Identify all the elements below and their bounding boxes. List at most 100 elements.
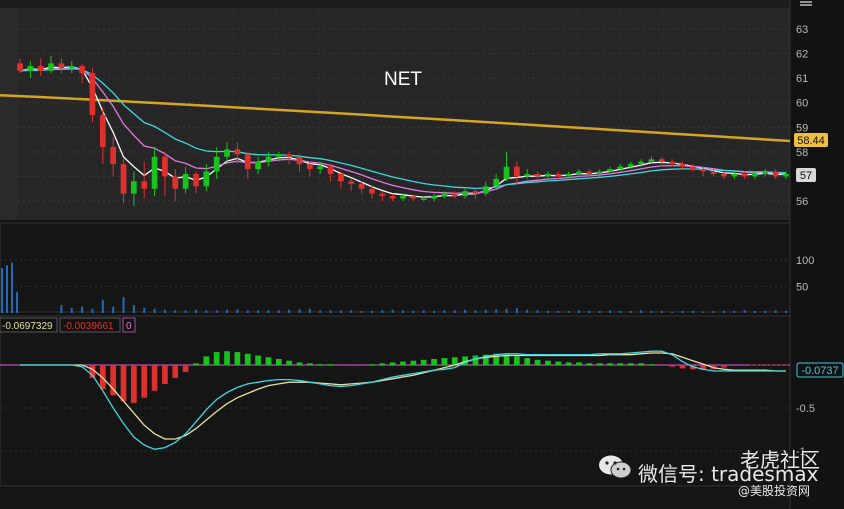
macd-histogram-bar [431,358,437,365]
volume-bar [546,310,549,313]
candle-body [721,173,727,177]
volume-bar [588,310,591,313]
candle-body [369,188,375,194]
volume-bar [308,308,311,313]
candle-body [296,156,303,165]
volume-bar [464,309,467,313]
candle-body [141,181,148,189]
macd-histogram-bar [617,363,624,365]
volume-bar [443,310,446,313]
macd-histogram-bar [131,365,137,403]
volume-bar [691,310,694,313]
volume-bar [132,305,135,313]
volume-bar [60,305,63,313]
volume-bar [1,267,3,313]
volume-bar [722,310,725,313]
candle-body [648,159,655,162]
candle-body [255,161,261,170]
volume-bar [184,310,187,313]
candle-body [162,156,168,177]
candle-body [234,149,241,155]
volume-bar [515,308,518,313]
volume-bar [743,310,746,313]
volume-bar [246,310,249,313]
macd-histogram-bar [193,363,199,365]
candle-body [710,171,717,174]
volume-bar [194,309,197,313]
volume-bar [205,310,208,313]
candle-body [379,193,386,197]
volume-bar [360,310,363,313]
candle-body [741,173,748,177]
candle-body [534,173,541,177]
chart-canvas[interactable]: 636261605958575610050-0.5-1 NET 58.44 57… [0,0,844,509]
macd-histogram-bar [379,363,386,365]
macd-histogram-bar [514,356,520,365]
macd-histogram-bar [576,362,582,365]
candle-body [89,73,96,115]
volume-bar [174,310,177,313]
candle-body [689,166,696,170]
macd-histogram-bar [679,365,686,369]
candle-body [131,181,137,194]
price-tick-label: 63 [796,24,808,36]
volume-bar [702,311,705,313]
volume-panel-bg[interactable] [0,222,791,313]
macd-histogram-bar [441,358,448,365]
macd-histogram-bar [545,360,551,365]
macd-value: -0.0697329 [2,321,53,332]
candle-body [451,193,458,197]
candle-body [27,65,34,71]
candle-body [265,156,272,162]
menu-icon[interactable] [800,1,812,6]
volume-bar [660,310,663,313]
volume-bar [6,265,8,313]
macd-histogram-bar [141,365,148,398]
volume-bar [81,306,84,313]
candle-body [37,65,44,71]
volume-bar [143,307,146,313]
volume-bar [381,310,384,313]
macd-histogram-bar [244,353,251,365]
macd-histogram-bar [400,361,406,365]
macd-histogram-bar [348,365,355,366]
candle-body [700,169,707,172]
price-tick-label: 58 [796,147,808,159]
volume-bar [288,309,291,313]
candle-body [99,115,106,147]
volume-bar [329,310,332,313]
candle-body [286,154,292,157]
volume-bar [277,310,280,313]
candle-body [244,154,251,170]
volume-bar [453,310,456,313]
macd-histogram-bar [596,363,603,365]
macd-histogram-bar [607,363,613,365]
candle-body [752,173,758,177]
price-tick-label: 62 [796,49,808,61]
volume-bar [163,309,166,313]
volume-bar [671,311,674,313]
candle-body [68,65,75,69]
macd-histogram-bar [420,359,427,365]
candle-body [48,63,54,71]
volume-bar [339,310,342,313]
price-panel-left-strip [0,8,18,220]
candle-body [493,178,500,187]
macd-histogram-bar [586,363,593,365]
macd-histogram-bar [275,358,282,365]
macd-avg: -0.0039661 [63,321,114,332]
volume-bar [226,309,229,313]
macd-histogram-bar [555,361,562,365]
candle-body [203,171,210,187]
macd-histogram-bar [524,358,531,365]
price-tick-label: 61 [796,73,808,85]
candle-body [586,171,593,174]
volume-bar [319,310,322,313]
candle-body [275,154,282,157]
macd-diff: 0 [126,321,132,332]
candle-body [514,166,520,177]
candle-body [151,156,158,189]
volume-bar [101,299,104,313]
candle-body [565,173,572,177]
macd-histogram-bar [120,365,127,402]
